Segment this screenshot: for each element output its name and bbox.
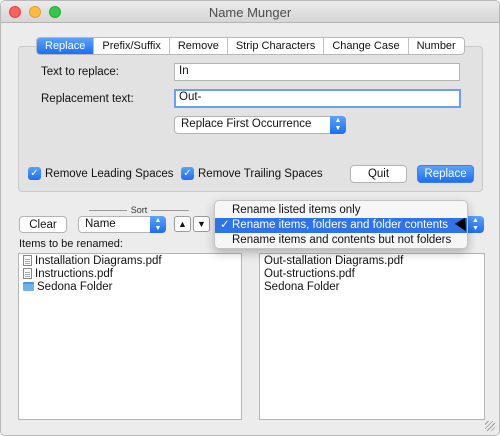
tab-number[interactable]: Number: [407, 38, 464, 54]
sort-popup[interactable]: Name ▲ ▼: [78, 216, 166, 233]
list-item-label: Instructions.pdf: [35, 267, 113, 280]
popup-arrows-icon: ▲ ▼: [150, 216, 166, 233]
original-items-list[interactable]: Installation Diagrams.pdf Instructions.p…: [18, 253, 242, 420]
list-item-label: Installation Diagrams.pdf: [35, 254, 162, 267]
title-bar[interactable]: Name Munger: [1, 1, 499, 23]
text-to-replace-label: Text to replace:: [41, 66, 119, 78]
renamed-items-list[interactable]: Out-stallation Diagrams.pdf Out-structio…: [259, 253, 485, 420]
clear-button[interactable]: Clear: [19, 216, 67, 233]
pdf-document-icon: [23, 255, 32, 266]
sort-label: Sort: [79, 205, 199, 215]
list-item[interactable]: Sedona Folder: [19, 280, 241, 293]
sort-descending-button[interactable]: ▼: [193, 216, 210, 232]
checkmark-icon: ✓: [28, 167, 41, 180]
tab-change-case[interactable]: Change Case: [323, 38, 407, 54]
remove-leading-spaces-label: Remove Leading Spaces: [45, 167, 174, 180]
remove-trailing-spaces-label: Remove Trailing Spaces: [198, 167, 323, 180]
remove-leading-spaces-checkbox[interactable]: ✓ Remove Leading Spaces: [28, 167, 174, 180]
menu-item-label: Rename items, folders and folder content…: [232, 219, 449, 231]
tab-remove[interactable]: Remove: [168, 38, 227, 54]
checkmark-icon: ✓: [181, 167, 194, 180]
list-item[interactable]: Out-stallation Diagrams.pdf: [260, 254, 484, 267]
occurrence-popup-value: Replace First Occurrence: [181, 118, 312, 130]
list-item[interactable]: Installation Diagrams.pdf: [19, 254, 241, 267]
replacement-text-label: Replacement text:: [41, 93, 134, 105]
list-item[interactable]: Out-structions.pdf: [260, 267, 484, 280]
menu-item-rename-items-folders-contents[interactable]: ✓ Rename items, folders and folder conte…: [215, 218, 467, 233]
quit-button[interactable]: Quit: [350, 165, 407, 183]
list-item[interactable]: Sedona Folder: [260, 280, 484, 293]
list-item[interactable]: Instructions.pdf: [19, 267, 241, 280]
popup-arrows-icon: ▲ ▼: [330, 116, 346, 134]
menu-item-rename-contents-not-folders[interactable]: Rename items and contents but not folder…: [215, 233, 467, 248]
tab-replace[interactable]: Replace: [37, 38, 94, 54]
replace-button[interactable]: Replace: [417, 165, 474, 183]
checkmark-icon: ✓: [220, 219, 230, 231]
rename-mode-menu: Rename listed items only ✓ Rename items,…: [214, 200, 468, 249]
folder-icon: [23, 282, 34, 291]
list-item-label: Sedona Folder: [37, 280, 113, 293]
tab-strip-characters[interactable]: Strip Characters: [226, 38, 323, 54]
list-item-label: Sedona Folder: [264, 280, 340, 293]
tab-bar: Replace Prefix/Suffix Remove Strip Chara…: [36, 37, 465, 55]
menu-item-label: Rename listed items only: [232, 204, 361, 216]
menu-item-rename-listed-only[interactable]: Rename listed items only: [215, 203, 467, 218]
main-window: Name Munger Replace Prefix/Suffix Remove…: [0, 0, 500, 436]
items-to-be-renamed-label: Items to be renamed:: [19, 238, 123, 250]
window-title: Name Munger: [208, 5, 292, 20]
list-item-label: Out-stallation Diagrams.pdf: [264, 254, 404, 267]
tab-prefix-suffix[interactable]: Prefix/Suffix: [93, 38, 169, 54]
text-to-replace-field[interactable]: In: [174, 63, 460, 81]
occurrence-popup[interactable]: Replace First Occurrence ▲ ▼: [174, 116, 346, 134]
replacement-text-field[interactable]: Out-: [174, 89, 461, 108]
resize-grip-icon[interactable]: [485, 421, 495, 431]
remove-trailing-spaces-checkbox[interactable]: ✓ Remove Trailing Spaces: [181, 167, 323, 180]
sort-ascending-button[interactable]: ▲: [174, 216, 191, 232]
list-item-label: Out-structions.pdf: [264, 267, 355, 280]
pdf-document-icon: [23, 268, 32, 279]
menu-item-label: Rename items and contents but not folder…: [232, 234, 452, 246]
sort-popup-value: Name: [85, 218, 116, 230]
